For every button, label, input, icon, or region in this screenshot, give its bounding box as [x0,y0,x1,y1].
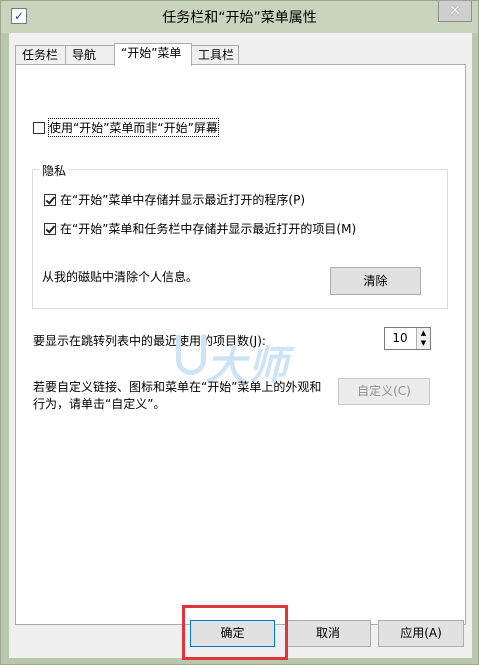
properties-dialog: ✓ 任务栏和“开始”菜单属性 ✕ 任务栏 导航 “开始”菜单 工具栏 使用“开始… [0,0,479,665]
use-start-menu-label: 使用“开始”菜单而非“开始”屏幕 [48,118,219,137]
store-recent-items-label: 在“开始”菜单和任务栏中存储并显示最近打开的项目(M) [60,222,357,236]
use-start-menu-checkbox-row[interactable]: 使用“开始”菜单而非“开始”屏幕 [33,118,219,137]
clear-button[interactable]: 清除 [330,267,421,295]
store-recent-items-checkbox[interactable] [44,222,56,235]
store-recent-programs-checkbox[interactable] [44,193,56,206]
privacy-group: 隐私 在“开始”菜单中存储并显示最近打开的程序(P) 在“开始”菜单和任务栏中存… [32,162,448,309]
dialog-client: 任务栏 导航 “开始”菜单 工具栏 使用“开始”菜单而非“开始”屏幕 隐私 在“… [9,33,472,658]
cancel-button[interactable]: 取消 [285,620,371,647]
tab-taskbar[interactable]: 任务栏 [15,45,66,65]
tab-navigation[interactable]: 导航 [65,45,115,65]
title-bar[interactable]: ✓ 任务栏和“开始”菜单属性 ✕ [1,1,478,33]
use-start-menu-checkbox[interactable] [33,121,45,134]
customize-button[interactable]: 自定义(C) [338,378,430,405]
apply-button[interactable]: 应用(A) [378,620,464,647]
clear-tiles-text: 从我的磁贴中清除个人信息。 [42,270,199,284]
close-button[interactable]: ✕ [438,1,472,22]
ok-button-highlight [182,605,288,660]
start-menu-tab-panel: 使用“开始”菜单而非“开始”屏幕 隐私 在“开始”菜单中存储并显示最近打开的程序… [15,64,466,625]
store-recent-items-row[interactable]: 在“开始”菜单和任务栏中存储并显示最近打开的项目(M) [44,220,356,237]
jump-list-count-stepper[interactable]: 10 ▲ ▼ [384,327,431,350]
spin-down-icon[interactable]: ▼ [416,338,430,349]
customize-text-line1: 若要自定义链接、图标和菜单在“开始”菜单上的外观和 [33,380,322,394]
window-title: 任务栏和“开始”菜单属性 [162,10,317,26]
privacy-legend: 隐私 [39,162,70,179]
tab-start-menu[interactable]: “开始”菜单 [114,43,192,66]
store-recent-programs-row[interactable]: 在“开始”菜单中存储并显示最近打开的程序(P) [44,191,305,208]
jump-list-count-value[interactable]: 10 [389,331,411,345]
close-icon: ✕ [449,3,461,19]
tab-toolbars[interactable]: 工具栏 [191,45,239,65]
customize-text-line2: 行为，请单击“自定义”。 [33,397,166,411]
watermark-logo [176,335,206,375]
store-recent-programs-label: 在“开始”菜单中存储并显示最近打开的程序(P) [60,193,306,207]
